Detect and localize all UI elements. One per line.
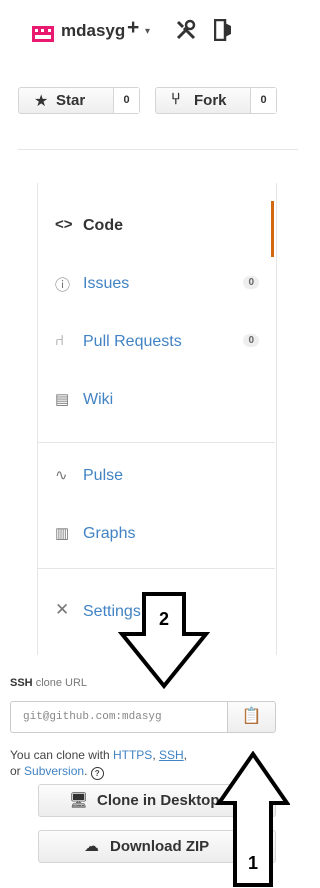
nav-item-label: Graphs xyxy=(83,525,136,542)
star-count[interactable]: 0 xyxy=(113,88,139,113)
clone-in-desktop-label: Clone in Desktop xyxy=(97,792,220,809)
nav-divider xyxy=(37,442,275,443)
arrow-1-number: 1 xyxy=(248,853,258,873)
username-link[interactable]: mdasyg xyxy=(61,21,125,41)
pull-request-icon: ⑁ xyxy=(55,332,65,349)
fork-count[interactable]: 0 xyxy=(250,88,276,113)
clone-url-title: SSH clone URL xyxy=(10,677,87,689)
selected-indicator xyxy=(271,201,274,257)
top-header: mdasyg + ▾ xyxy=(0,0,303,58)
download-zip-label: Download ZIP xyxy=(110,838,210,855)
cloud-download-icon: ☁ xyxy=(84,838,99,855)
https-link[interactable]: HTTPS xyxy=(113,748,152,762)
star-icon: ★ xyxy=(34,93,49,110)
subversion-link[interactable]: Subversion xyxy=(24,764,84,778)
sign-out-icon[interactable] xyxy=(214,19,234,41)
clone-url-input[interactable] xyxy=(10,701,228,733)
graph-icon: ▥ xyxy=(55,525,70,542)
tools-icon[interactable] xyxy=(175,19,197,41)
star-label: Star xyxy=(56,92,86,109)
nav-item-code[interactable]: <> Code xyxy=(38,201,276,255)
arrow-2-number: 2 xyxy=(159,609,169,629)
nav-item-wiki[interactable]: ▤ Wiki xyxy=(38,375,276,429)
fork-icon: ⑂ xyxy=(171,91,181,108)
tools-icon: ✕ xyxy=(55,600,70,619)
clipboard-icon: 📋 xyxy=(241,708,262,725)
fork-label: Fork xyxy=(194,92,227,109)
copy-to-clipboard-button[interactable]: 📋 xyxy=(227,701,276,733)
book-icon: ▤ xyxy=(55,391,70,408)
nav-item-graphs[interactable]: ▥ Graphs xyxy=(38,509,276,563)
pull-requests-count: 0 xyxy=(243,334,259,347)
ssh-link[interactable]: SSH xyxy=(159,748,184,762)
star-button[interactable]: ★ Star 0 xyxy=(18,87,140,114)
nav-item-pull-requests[interactable]: ⑁ Pull Requests 0 xyxy=(38,317,276,371)
annotation-arrow-1: 1 xyxy=(216,751,290,887)
help-icon[interactable]: ? xyxy=(90,767,104,780)
pulse-icon: ∿ xyxy=(55,467,68,484)
nav-divider xyxy=(37,568,275,569)
caret-down-icon[interactable]: ▾ xyxy=(145,26,150,37)
nav-item-label: Wiki xyxy=(83,391,114,408)
fork-button[interactable]: ⑂ Fork 0 xyxy=(155,87,277,114)
nav-item-label: Code xyxy=(83,217,123,234)
issues-count: 0 xyxy=(243,276,259,289)
nav-item-pulse[interactable]: ∿ Pulse xyxy=(38,451,276,505)
header-divider xyxy=(18,149,298,150)
desktop-icon: 🖥 xyxy=(69,792,89,809)
annotation-arrow-2: 2 xyxy=(118,592,210,690)
clone-protocol: SSH xyxy=(10,677,33,689)
nav-item-label: Issues xyxy=(83,275,130,292)
nav-item-label: Pull Requests xyxy=(83,333,182,350)
code-icon: <> xyxy=(55,216,73,233)
plus-icon[interactable]: + xyxy=(127,16,139,40)
nav-item-label: Pulse xyxy=(83,467,124,484)
nav-item-issues[interactable]: ⓘ Issues 0 xyxy=(38,259,276,313)
avatar-icon[interactable] xyxy=(32,26,54,42)
issue-icon: ⓘ xyxy=(55,277,71,294)
clone-url-label: clone URL xyxy=(35,677,88,689)
repo-nav: <> Code ⓘ Issues 0 ⑁ Pull Requests 0 ▤ W… xyxy=(37,183,277,655)
